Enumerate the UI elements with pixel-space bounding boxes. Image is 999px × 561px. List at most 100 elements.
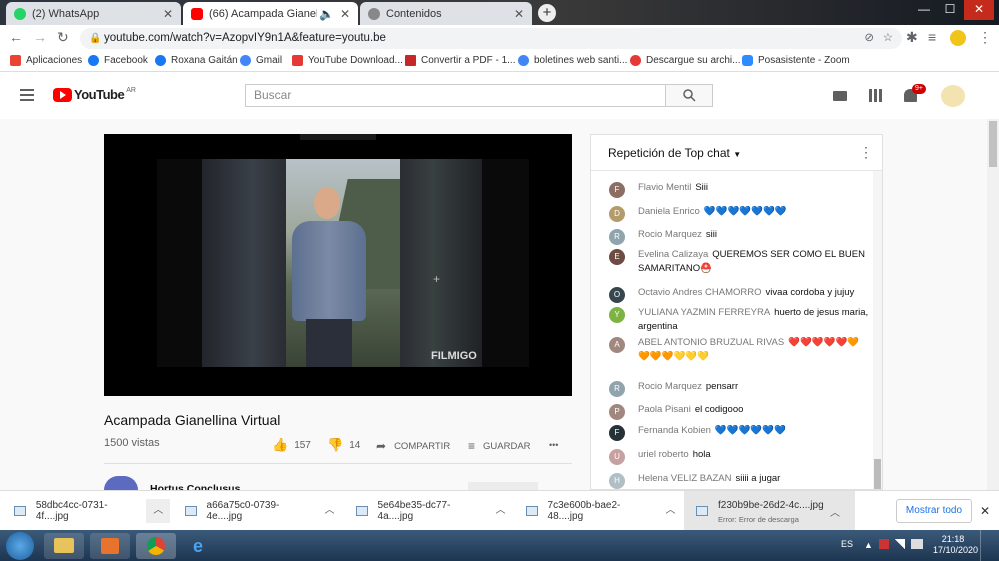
network-signal-icon[interactable] <box>895 539 905 549</box>
bookmark-ytdownload[interactable]: YouTube Download... <box>292 55 403 66</box>
bookmark-roxana[interactable]: Roxana Gaitán <box>155 55 238 66</box>
new-tab-button[interactable]: + <box>538 4 556 22</box>
chat-author-name[interactable]: Fernanda Kobien <box>638 425 711 436</box>
chevron-up-icon[interactable]: ︿ <box>318 499 341 523</box>
chat-author-name[interactable]: Octavio Andres CHAMORRO <box>638 287 762 298</box>
chevron-up-icon[interactable]: ︿ <box>830 504 840 519</box>
bookmark-label: Posasistente - Zoom <box>758 55 850 66</box>
chat-scrollbar[interactable] <box>873 171 882 489</box>
tab-youtube[interactable]: (66) Acampada Gianellina Vir 🔈 ✕ <box>183 2 358 25</box>
forward-icon[interactable]: → <box>33 29 47 45</box>
menu-icon[interactable]: ⋮ <box>978 29 992 46</box>
chat-author-name[interactable]: uriel roberto <box>638 449 689 460</box>
bookmark-apps[interactable]: Aplicaciones <box>10 55 82 66</box>
close-tab-icon[interactable]: ✕ <box>514 7 524 21</box>
media-icon[interactable]: ≡ <box>928 29 936 45</box>
taskbar-chrome[interactable] <box>136 533 176 559</box>
maximize-button[interactable]: ☐ <box>938 0 962 20</box>
search-input[interactable]: Buscar <box>245 84 666 107</box>
chat-author-name[interactable]: Evelina Calizaya <box>638 249 708 260</box>
language-indicator[interactable]: ES <box>841 539 853 549</box>
apps-grid-icon[interactable] <box>869 89 882 102</box>
subscribe-button[interactable] <box>468 482 538 490</box>
show-all-downloads-button[interactable]: Mostrar todo <box>896 499 972 523</box>
action-center-flag-icon[interactable] <box>879 539 889 549</box>
minimize-button[interactable]: — <box>912 0 936 20</box>
taskbar-explorer[interactable] <box>44 533 84 559</box>
channel-name[interactable]: Hortus Conclusus <box>150 482 240 490</box>
video-player[interactable]: FILMIGO + <box>104 134 572 396</box>
bookmark-descargue[interactable]: Descargue su archi... <box>630 55 741 66</box>
chat-author-name[interactable]: Rocio Marquez <box>638 229 702 240</box>
bookmark-star-icon[interactable]: ☆ <box>883 28 893 49</box>
create-video-icon[interactable] <box>833 91 847 101</box>
chat-author-avatar[interactable]: O <box>609 287 625 303</box>
chat-author-avatar[interactable]: Y <box>609 307 625 323</box>
chat-author-name[interactable]: Helena VELIZ BAZAN <box>638 473 731 484</box>
bookmark-boletines[interactable]: boletines web santi... <box>518 55 627 66</box>
chat-menu-icon[interactable]: ⋮ <box>859 144 873 161</box>
download-item-failed[interactable]: f230b9be-26d2-4c....jpg Error: Error de … <box>684 491 855 531</box>
extensions-icon[interactable]: ✱ <box>906 29 918 46</box>
chat-author-avatar[interactable]: H <box>609 473 625 489</box>
chevron-up-icon[interactable]: ︿ <box>659 499 682 523</box>
chevron-up-icon[interactable]: ︿ <box>146 499 170 523</box>
download-item[interactable]: 7c3e600b-bae2-48....jpg ︿ <box>526 498 682 524</box>
taskbar-media-player[interactable] <box>90 533 130 559</box>
bookmark-pdf[interactable]: Convertir a PDF - 1... <box>405 55 515 66</box>
chat-author-avatar[interactable]: U <box>609 449 625 465</box>
bookmark-gmail[interactable]: Gmail <box>240 55 282 66</box>
tab-contenidos[interactable]: Contenidos ✕ <box>360 2 532 25</box>
share-button[interactable]: ➦ COMPARTIR <box>376 439 450 453</box>
chat-author-name[interactable]: Daniela Enrico <box>638 206 700 217</box>
reload-icon[interactable]: ↻ <box>57 29 69 46</box>
chat-author-avatar[interactable]: R <box>609 229 625 245</box>
chat-author-avatar[interactable]: A <box>609 337 625 353</box>
volume-icon[interactable] <box>911 539 923 549</box>
chat-author-name[interactable]: Paola Pisani <box>638 404 691 415</box>
chat-author-avatar[interactable]: E <box>609 249 625 265</box>
chevron-up-icon[interactable]: ︿ <box>489 499 512 523</box>
taskbar-ie[interactable]: e <box>182 533 222 559</box>
close-icon[interactable]: ✕ <box>980 504 990 518</box>
bookmark-zoom[interactable]: Posasistente - Zoom <box>742 55 850 66</box>
chat-author-avatar[interactable]: P <box>609 404 625 420</box>
page-scrollbar[interactable] <box>987 119 999 490</box>
save-button[interactable]: ≡ GUARDAR <box>468 439 531 453</box>
chat-author-name[interactable]: Rocio Marquez <box>638 381 702 392</box>
close-tab-icon[interactable]: ✕ <box>163 7 173 21</box>
more-actions-button[interactable]: ••• <box>549 440 558 450</box>
scrollbar-thumb[interactable] <box>989 121 997 167</box>
chat-author-avatar[interactable]: F <box>609 425 625 441</box>
clock[interactable]: 21:18 17/10/2020 <box>933 534 978 556</box>
download-item[interactable]: 5e64be35-dc77-4a....jpg ︿ <box>356 498 512 524</box>
chat-author-name[interactable]: ABEL ANTONIO BRUZUAL RIVAS <box>638 337 784 348</box>
download-item[interactable]: 58dbc4cc-0731-4f....jpg ︿ <box>14 498 170 524</box>
back-icon[interactable]: ← <box>9 29 23 45</box>
tab-whatsapp[interactable]: (2) WhatsApp ✕ <box>6 2 181 25</box>
chat-author-avatar[interactable]: D <box>609 206 625 222</box>
chat-author-avatar[interactable]: F <box>609 182 625 198</box>
bookmark-facebook[interactable]: Facebook <box>88 55 148 66</box>
speaker-icon[interactable]: 🔈 <box>319 7 334 21</box>
tracking-icon[interactable]: ⊘ <box>864 28 874 49</box>
show-hidden-icons[interactable]: ▲ <box>864 540 873 550</box>
close-window-button[interactable]: ✕ <box>964 0 994 20</box>
youtube-logo[interactable]: YouTube AR <box>53 87 136 102</box>
download-item[interactable]: a66a75c0-0739-4e....jpg ︿ <box>185 498 341 524</box>
close-tab-icon[interactable]: ✕ <box>340 7 350 21</box>
chat-author-avatar[interactable]: R <box>609 381 625 397</box>
profile-avatar[interactable] <box>950 30 966 46</box>
start-button[interactable] <box>6 532 34 560</box>
chat-author-name[interactable]: YULIANA YAZMIN FERREYRA <box>638 307 770 318</box>
account-avatar[interactable] <box>941 85 965 107</box>
dislike-button[interactable]: 👎 14 <box>327 437 360 453</box>
address-bar[interactable]: 🔒 youtube.com/watch?v=AzopvIY9n1A&featur… <box>80 28 902 49</box>
chat-mode-dropdown[interactable]: Repetición de Top chat ▼ <box>608 146 741 160</box>
like-button[interactable]: 👍 157 <box>272 437 311 453</box>
show-desktop-button[interactable] <box>980 530 999 561</box>
search-button[interactable] <box>666 84 713 107</box>
chat-scrollbar-thumb[interactable] <box>874 459 881 489</box>
hamburger-menu-icon[interactable] <box>20 89 34 101</box>
chat-author-name[interactable]: Flavio Mentil <box>638 182 691 193</box>
